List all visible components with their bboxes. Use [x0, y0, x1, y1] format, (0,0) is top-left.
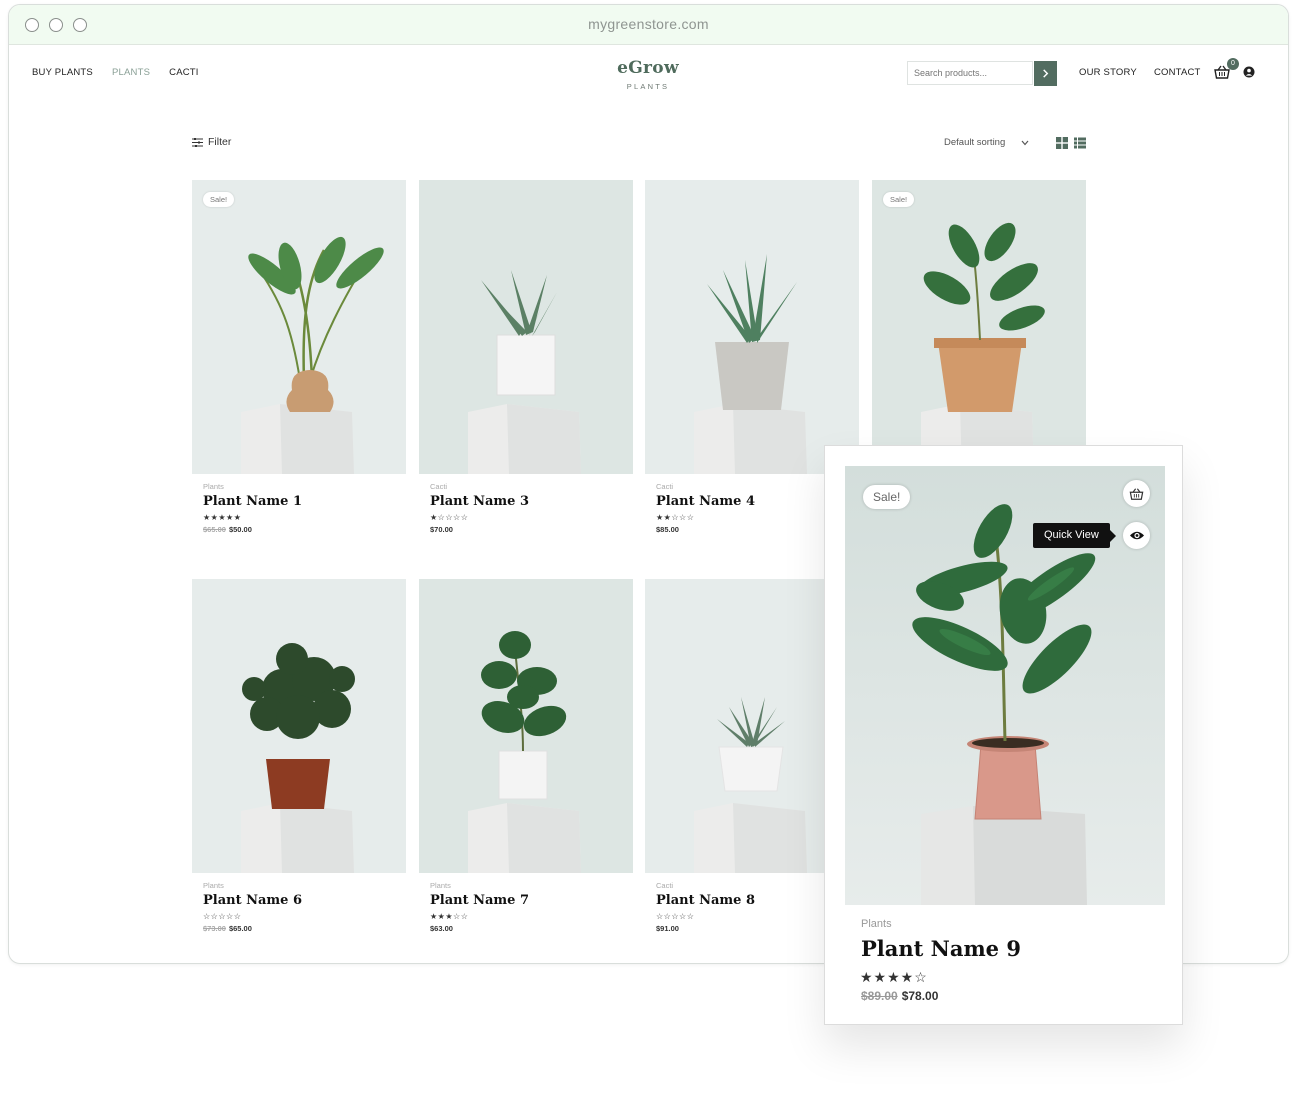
sale-price: $91.00: [656, 924, 679, 933]
user-account-icon[interactable]: [1243, 66, 1255, 78]
product-card[interactable]: Sale! Plants Plant Name 1 ★★★★★ $65.00 $5…: [192, 180, 406, 534]
product-card[interactable]: Plants Plant Name 7 ★★★☆☆ $63.00: [419, 579, 633, 933]
address-bar[interactable]: mygreenstore.com: [9, 16, 1288, 32]
basket-icon: [1129, 487, 1144, 500]
product-category[interactable]: Cacti: [430, 482, 633, 491]
product-name[interactable]: Plant Name 9: [861, 936, 1021, 961]
bushy-plant-photo: [192, 579, 406, 873]
sale-badge: Sale!: [863, 485, 911, 509]
product-image[interactable]: Sale!: [192, 180, 406, 474]
product-card[interactable]: Plants Plant Name 6 ☆☆☆☆☆ $73.00 $65.00: [192, 579, 406, 933]
old-price: $73.00: [203, 924, 226, 933]
rating-stars: ★★★★☆: [860, 969, 928, 985]
product-name[interactable]: Plant Name 3: [430, 494, 633, 509]
old-price: $65.00: [203, 525, 226, 534]
product-image[interactable]: [419, 579, 633, 873]
sale-price: $63.00: [430, 924, 453, 933]
product-price: $73.00 $65.00: [203, 924, 406, 933]
quick-view-button[interactable]: [1123, 522, 1150, 549]
grid-view-icon[interactable]: [1056, 137, 1068, 149]
product-name[interactable]: Plant Name 1: [203, 494, 406, 509]
sort-label: Default sorting: [944, 137, 1006, 148]
fiddle-leaf-fig-photo: [419, 579, 633, 873]
product-image[interactable]: Sale! Quick View: [845, 466, 1165, 905]
filter-label: Filter: [208, 136, 232, 148]
sale-price: $78.00: [901, 989, 939, 1003]
sale-price: $70.00: [430, 525, 453, 534]
filter-sliders-icon: [192, 137, 203, 147]
product-card[interactable]: Cacti Plant Name 3 ★☆☆☆☆ $70.00: [419, 180, 633, 534]
sale-price: $85.00: [656, 525, 679, 534]
secondary-nav: OUR STORY CONTACT: [1079, 67, 1201, 78]
search-button[interactable]: [1034, 61, 1057, 86]
product-price: $70.00: [430, 525, 633, 534]
logo-subtitle: PLANTS: [626, 82, 670, 91]
cart-count-badge: 0: [1227, 58, 1239, 70]
sale-price: $65.00: [228, 924, 252, 933]
product-category[interactable]: Plants: [203, 881, 406, 890]
rating-stars: ☆☆☆☆☆: [203, 912, 242, 921]
chevron-down-icon: [1021, 140, 1029, 145]
product-category[interactable]: Plants: [861, 918, 892, 930]
rating-stars: ★★★★★: [203, 513, 242, 522]
aloe-photo: [645, 180, 859, 474]
rubber-plant-photo: [845, 466, 1165, 905]
rating-stars: ★★★☆☆: [430, 912, 469, 921]
nav-our-story[interactable]: OUR STORY: [1079, 67, 1137, 78]
product-image[interactable]: Sale!: [872, 180, 1086, 474]
filter-button[interactable]: Filter: [192, 136, 231, 148]
product-name[interactable]: Plant Name 7: [430, 893, 633, 908]
product-price: $89.00 $78.00: [861, 989, 938, 1003]
eye-icon: [1129, 531, 1144, 540]
product-category[interactable]: Plants: [203, 482, 406, 491]
list-view-icon[interactable]: [1074, 137, 1086, 149]
product-price: $63.00: [430, 924, 633, 933]
bird-of-paradise-photo: [192, 180, 406, 474]
product-image[interactable]: [645, 180, 859, 474]
product-category[interactable]: Plants: [430, 881, 633, 890]
product-price: $65.00 $50.00: [203, 525, 406, 534]
sale-badge: Sale!: [883, 192, 915, 207]
sort-select[interactable]: Default sorting: [944, 137, 1029, 148]
chevron-right-icon: [1043, 69, 1049, 78]
product-image[interactable]: [419, 180, 633, 474]
old-price: $89.00: [861, 989, 898, 1003]
product-name[interactable]: Plant Name 6: [203, 893, 406, 908]
rubber-plant-photo: [872, 180, 1086, 474]
product-card-quick-view[interactable]: Sale! Quick View Plants Plant Name 9 ★★★…: [824, 445, 1183, 1025]
browser-title-bar: mygreenstore.com: [9, 5, 1288, 45]
add-to-cart-button[interactable]: [1123, 480, 1150, 507]
product-card[interactable]: Sale!: [872, 180, 1086, 474]
succulent-photo: [419, 180, 633, 474]
rating-stars: ★☆☆☆☆: [430, 513, 469, 522]
sale-price: $50.00: [228, 525, 252, 534]
nav-contact[interactable]: CONTACT: [1154, 67, 1201, 78]
quick-view-tooltip: Quick View: [1033, 523, 1116, 548]
search-input[interactable]: [907, 61, 1033, 85]
product-image[interactable]: [192, 579, 406, 873]
sale-badge: Sale!: [203, 192, 235, 207]
